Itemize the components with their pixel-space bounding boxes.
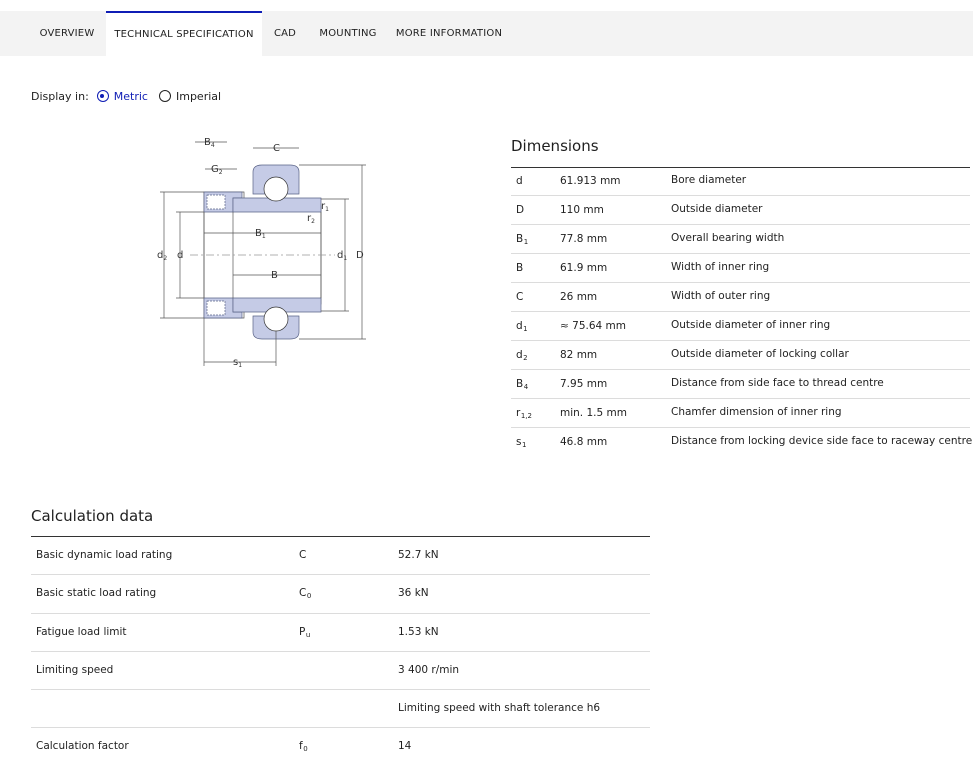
table-row: Basic static load rating C0 36 kN — [31, 575, 650, 614]
dim-symbol: d2 — [516, 349, 528, 362]
calc-name: Basic static load rating — [36, 587, 157, 600]
table-row: B4 7.95 mm Distance from side face to thre… — [511, 370, 970, 399]
dim-description: Chamfer dimension of inner ring — [671, 406, 842, 418]
table-row: d2 82 mm Outside diameter of locking colla… — [511, 341, 970, 370]
metric-radio[interactable] — [96, 90, 109, 102]
dimensions-table: d 61.913 mm Bore diameter D 110 mm Outside d… — [511, 167, 973, 457]
calc-name: Limiting speed — [36, 663, 114, 676]
table-row: B1 77.8 mm Overall bearing width — [511, 225, 970, 254]
dim-value: 26 mm — [560, 291, 598, 303]
dim-description: Distance from side face to thread centre — [671, 377, 884, 389]
tab-label: MORE INFORMATION — [395, 28, 503, 39]
table-row: s1 46.8 mm Distance from locking device si… — [511, 428, 973, 457]
calc-name: Basic dynamic load rating — [36, 549, 173, 561]
dim-symbol: B1 — [516, 233, 529, 246]
dim-symbol: B4 — [516, 378, 529, 391]
dimensions-title: Dimensions — [511, 137, 599, 155]
calculation-title: Calculation data — [31, 507, 154, 525]
calc-symbol — [299, 702, 300, 715]
table-row: Limiting speed 3 400 r/min — [31, 652, 650, 691]
dim-value: ≈ 75.64 mm — [560, 320, 626, 332]
table-row: Limiting speed with shaft tolerance h6 — [31, 690, 650, 729]
calc-name: Calculation factor — [36, 740, 129, 753]
dim-description: Distance from locking device side face t… — [671, 435, 973, 447]
label-s1: s1 — [233, 357, 242, 369]
calc-symbol: f0 — [299, 740, 308, 754]
table-row: d 61.913 mm Bore diameter — [511, 167, 970, 196]
display-in-label: Display in: — [31, 89, 89, 103]
dim-symbol: d — [516, 175, 523, 187]
label-outer-d: D — [356, 250, 364, 261]
tab-mounting[interactable]: MOUNTING — [312, 11, 384, 56]
tab-technical-specification[interactable]: TECHNICAL SPECIFICATION — [106, 11, 262, 56]
tab-bar: OVERVIEW TECHNICAL SPECIFICATION CAD MOU… — [0, 11, 973, 56]
table-row: Fatigue load limit Pu 1.53 kN — [31, 614, 650, 652]
label-d2: d2 — [157, 250, 167, 262]
dim-description: Outside diameter of inner ring — [671, 319, 831, 331]
table-row: r1,2 min. 1.5 mm Chamfer dimension of inne… — [511, 399, 970, 428]
dim-description: Overall bearing width — [671, 232, 785, 244]
tab-more-information[interactable]: MORE INFORMATION — [392, 11, 506, 56]
table-row: Basic dynamic load rating C 52.7 kN — [31, 537, 650, 576]
dim-value: min. 1.5 mm — [560, 407, 627, 419]
calc-value: 1.53 kN — [398, 625, 439, 638]
tab-label: CAD — [273, 28, 297, 39]
dim-value: 7.95 mm — [560, 378, 608, 390]
tab-label: MOUNTING — [319, 28, 377, 39]
calc-symbol — [299, 664, 300, 677]
calculation-table: Basic dynamic load rating C 52.7 kN Basic … — [31, 537, 650, 767]
label-r1: r1 — [321, 201, 329, 213]
dim-symbol: r1,2 — [516, 407, 532, 420]
tab-overview[interactable]: OVERVIEW — [29, 11, 105, 56]
label-c: C — [273, 143, 280, 154]
tab-label: TECHNICAL SPECIFICATION — [114, 29, 254, 40]
table-row: D 110 mm Outside diameter — [511, 196, 970, 225]
calc-value: 52.7 kN — [398, 549, 439, 561]
calc-value: 36 kN — [398, 587, 429, 600]
dim-description: Bore diameter — [671, 174, 747, 186]
calc-symbol: C — [299, 549, 307, 561]
unit-selector: Display in: Metric Imperial — [31, 88, 232, 104]
label-b4: B4 — [204, 137, 215, 149]
dim-value: 46.8 mm — [560, 436, 608, 448]
label-d1: d1 — [337, 250, 347, 262]
dim-symbol: C — [516, 291, 524, 303]
calc-value: 3 400 r/min — [398, 663, 460, 676]
label-d: d — [177, 250, 183, 261]
dim-value: 77.8 mm — [560, 233, 608, 245]
dim-symbol: s1 — [516, 436, 527, 449]
dim-symbol: d1 — [516, 320, 528, 333]
calc-symbol: Pu — [299, 625, 311, 639]
dim-symbol: B — [516, 262, 524, 274]
dim-description: Width of inner ring — [671, 261, 770, 273]
bearing-drawing: B4 G2 C r1 r2 B1 B d2 d d1 D s1 — [157, 137, 366, 369]
dim-value: 82 mm — [560, 349, 598, 361]
dim-description: Outside diameter — [671, 203, 763, 215]
calc-value: 14 — [398, 740, 412, 753]
label-g2: G2 — [211, 164, 223, 176]
dim-symbol: D — [516, 204, 525, 216]
tab-label: OVERVIEW — [39, 28, 95, 39]
calc-symbol: C0 — [299, 587, 312, 601]
imperial-label[interactable]: Imperial — [176, 90, 221, 103]
dim-value: 110 mm — [560, 204, 604, 216]
metric-label[interactable]: Metric — [114, 90, 148, 103]
tab-cad[interactable]: CAD — [264, 11, 306, 56]
dim-description: Width of outer ring — [671, 290, 771, 302]
imperial-radio[interactable] — [158, 90, 171, 102]
table-row: d1 ≈ 75.64 mm Outside diameter of inner ri… — [511, 312, 970, 341]
calc-name: Fatigue load limit — [36, 625, 127, 638]
label-b: B — [271, 270, 278, 281]
table-row: B 61.9 mm Width of inner ring — [511, 254, 970, 283]
calc-value: Limiting speed with shaft tolerance h6 — [398, 702, 601, 715]
table-row: Calculation factor f0 14 — [31, 728, 650, 766]
dim-value: 61.9 mm — [560, 262, 608, 274]
dim-value: 61.913 mm — [560, 175, 621, 187]
table-row: C 26 mm Width of outer ring — [511, 283, 970, 312]
dim-description: Outside diameter of locking collar — [671, 348, 849, 360]
